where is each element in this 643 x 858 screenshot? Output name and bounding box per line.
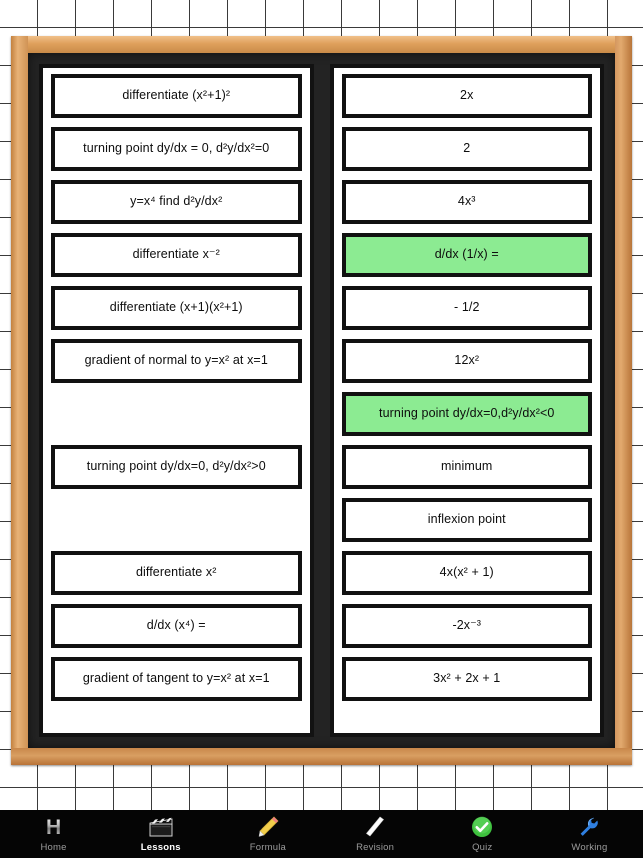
blue-wrench-icon [575,814,603,840]
tab-label: Quiz [472,842,493,853]
answer-slot[interactable]: 3x² + 2x + 1 [341,657,592,701]
frame-left-rail [11,36,28,765]
question-card[interactable]: d/dx (x⁴) = [51,604,302,648]
question-slot[interactable]: turning point dy/dx = 0, d²y/dx²=0 [51,127,302,171]
bottom-tab-bar: H Home Lessons Formula Revision Quiz Working [0,810,643,858]
answer-slot[interactable]: turning point dy/dx=0,d²y/dx²<0 [341,392,592,436]
tab-label: Revision [356,842,395,853]
question-card[interactable]: differentiate x⁻² [51,233,302,277]
answer-slot[interactable]: 12x² [341,339,592,383]
question-card-placeholder [51,498,302,542]
answer-slot[interactable]: 2x [341,74,592,118]
tab-quiz[interactable]: Quiz [429,810,536,858]
clapperboard-icon [149,817,173,837]
question-slot[interactable]: y=x⁴ find d²y/dx² [51,180,302,224]
answer-card[interactable]: 12x² [341,339,592,383]
tab-lessons[interactable]: Lessons [107,810,214,858]
question-slot[interactable]: differentiate x² [51,551,302,595]
frame-right-rail [615,36,632,765]
answer-card[interactable]: 3x² + 2x + 1 [341,657,592,701]
question-card[interactable]: turning point dy/dx = 0, d²y/dx²=0 [51,127,302,171]
question-card[interactable]: y=x⁴ find d²y/dx² [51,180,302,224]
question-slot[interactable]: gradient of normal to y=x² at x=1 [51,339,302,383]
tab-label: Lessons [140,842,181,853]
answer-slot[interactable]: 4x(x² + 1) [341,551,592,595]
question-slot[interactable]: differentiate x⁻² [51,233,302,277]
tab-formula[interactable]: Formula [214,810,321,858]
wooden-frame: differentiate (x²+1)² turning point dy/dx… [11,36,632,765]
app-root: differentiate (x²+1)² turning point dy/dx… [0,0,643,858]
questions-column: differentiate (x²+1)² turning point dy/dx… [39,64,314,737]
question-card[interactable]: differentiate x² [51,551,302,595]
answer-card[interactable]: 2 [341,127,592,171]
question-slot[interactable]: turning point dy/dx=0, d²y/dx²>0 [51,445,302,489]
tab-label: Formula [249,842,287,853]
answer-slot[interactable]: 4x³ [341,180,592,224]
answer-card[interactable]: 4x(x² + 1) [341,551,592,595]
answer-card[interactable]: turning point dy/dx=0,d²y/dx²<0 [341,392,592,436]
answer-card[interactable]: - 1/2 [341,286,592,330]
question-card[interactable]: gradient of normal to y=x² at x=1 [51,339,302,383]
clapperboard-icon [147,814,175,840]
answer-card[interactable]: d/dx (1/x) = [341,233,592,277]
answer-slot[interactable]: - 1/2 [341,286,592,330]
letter-h-icon: H [45,815,62,839]
question-card-placeholder [51,392,302,436]
answer-card[interactable]: inflexion point [341,498,592,542]
tab-home[interactable]: H Home [0,810,107,858]
answer-slot[interactable]: minimum [341,445,592,489]
question-card[interactable]: turning point dy/dx=0, d²y/dx²>0 [51,445,302,489]
answer-card[interactable]: -2x⁻³ [341,604,592,648]
chalk-stick-icon [366,816,385,837]
answer-slot[interactable]: 2 [341,127,592,171]
chalk-stick-icon [361,814,389,840]
answer-card[interactable]: 4x³ [341,180,592,224]
letter-h-icon: H [40,814,68,840]
blue-wrench-icon [581,817,599,836]
tab-revision[interactable]: Revision [322,810,429,858]
green-check-icon [468,814,496,840]
tab-working[interactable]: Working [536,810,643,858]
question-card[interactable]: gradient of tangent to y=x² at x=1 [51,657,302,701]
answer-card[interactable]: minimum [341,445,592,489]
tab-label: Home [40,842,67,853]
question-slot[interactable]: d/dx (x⁴) = [51,604,302,648]
question-slot[interactable]: differentiate (x+1)(x²+1) [51,286,302,330]
tab-label: Working [571,842,608,853]
answer-slot[interactable]: d/dx (1/x) = [341,233,592,277]
question-slot[interactable]: gradient of tangent to y=x² at x=1 [51,657,302,701]
pencil-icon [258,816,279,837]
question-card[interactable]: differentiate (x²+1)² [51,74,302,118]
answer-card[interactable]: 2x [341,74,592,118]
answer-slot[interactable]: inflexion point [341,498,592,542]
answer-slot[interactable]: -2x⁻³ [341,604,592,648]
question-slot-empty [51,498,302,542]
question-slot-empty [51,392,302,436]
pencil-icon [254,814,282,840]
question-slot[interactable]: differentiate (x²+1)² [51,74,302,118]
question-card[interactable]: differentiate (x+1)(x²+1) [51,286,302,330]
answers-column: 2x 2 4x³ d/dx (1/x) = - 1/2 12x² turning point… [329,64,604,737]
green-check-icon [472,816,493,837]
chalkboard-panel: differentiate (x²+1)² turning point dy/dx… [28,53,615,748]
